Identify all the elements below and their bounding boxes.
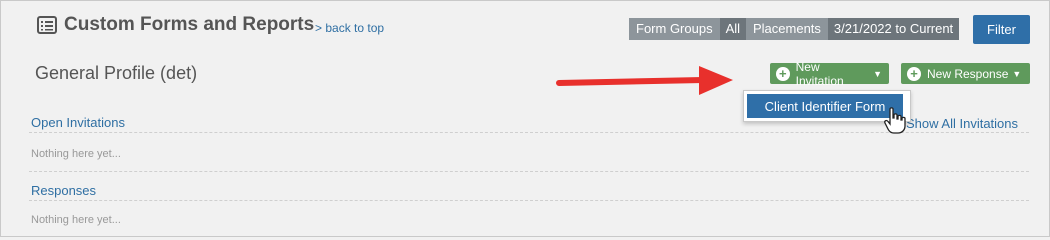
open-invitations-label: Open Invitations [31, 115, 125, 130]
red-arrow-annotation [556, 66, 733, 95]
plus-circle-icon: + [776, 66, 790, 81]
page-title: Custom Forms and Reports [64, 14, 315, 35]
new-invitation-button[interactable]: + New Invitation ▼ [770, 60, 889, 88]
placements-label: Placements [746, 18, 828, 40]
forms-panel: Custom Forms and Reports > back to top F… [0, 0, 1050, 237]
divider [29, 200, 1029, 201]
form-groups-filter-badge[interactable]: Form Groups All [629, 18, 747, 40]
new-invitation-label: New Invitation [795, 59, 844, 88]
dropdown-item-client-identifier-form[interactable]: Client Identifier Form [747, 94, 903, 118]
new-response-button[interactable]: + New Response ▼ [901, 63, 1030, 84]
hand-pointer-cursor-icon [884, 107, 906, 134]
form-groups-value: All [719, 18, 747, 40]
open-invitations-empty-text: Nothing here yet... [31, 148, 121, 160]
section-title: General Profile (det) [35, 63, 198, 83]
divider [29, 171, 1029, 172]
caret-down-icon: ▼ [873, 68, 882, 79]
back-to-top-link[interactable]: > back to top [315, 21, 384, 35]
new-response-label: New Response [927, 66, 1009, 81]
placements-value: 3/21/2022 to Current [827, 18, 960, 40]
filter-button[interactable]: Filter [973, 15, 1030, 44]
show-all-invitations-link[interactable]: Show All Invitations [906, 116, 1018, 131]
form-groups-label: Form Groups [629, 18, 720, 40]
caret-down-icon: ▼ [1012, 68, 1022, 79]
divider [29, 132, 1029, 133]
responses-empty-text: Nothing here yet... [31, 214, 121, 226]
responses-label: Responses [31, 183, 97, 198]
list-form-icon [37, 16, 57, 34]
placements-filter-badge[interactable]: Placements 3/21/2022 to Current [746, 18, 960, 40]
plus-circle-icon: + [907, 66, 921, 81]
